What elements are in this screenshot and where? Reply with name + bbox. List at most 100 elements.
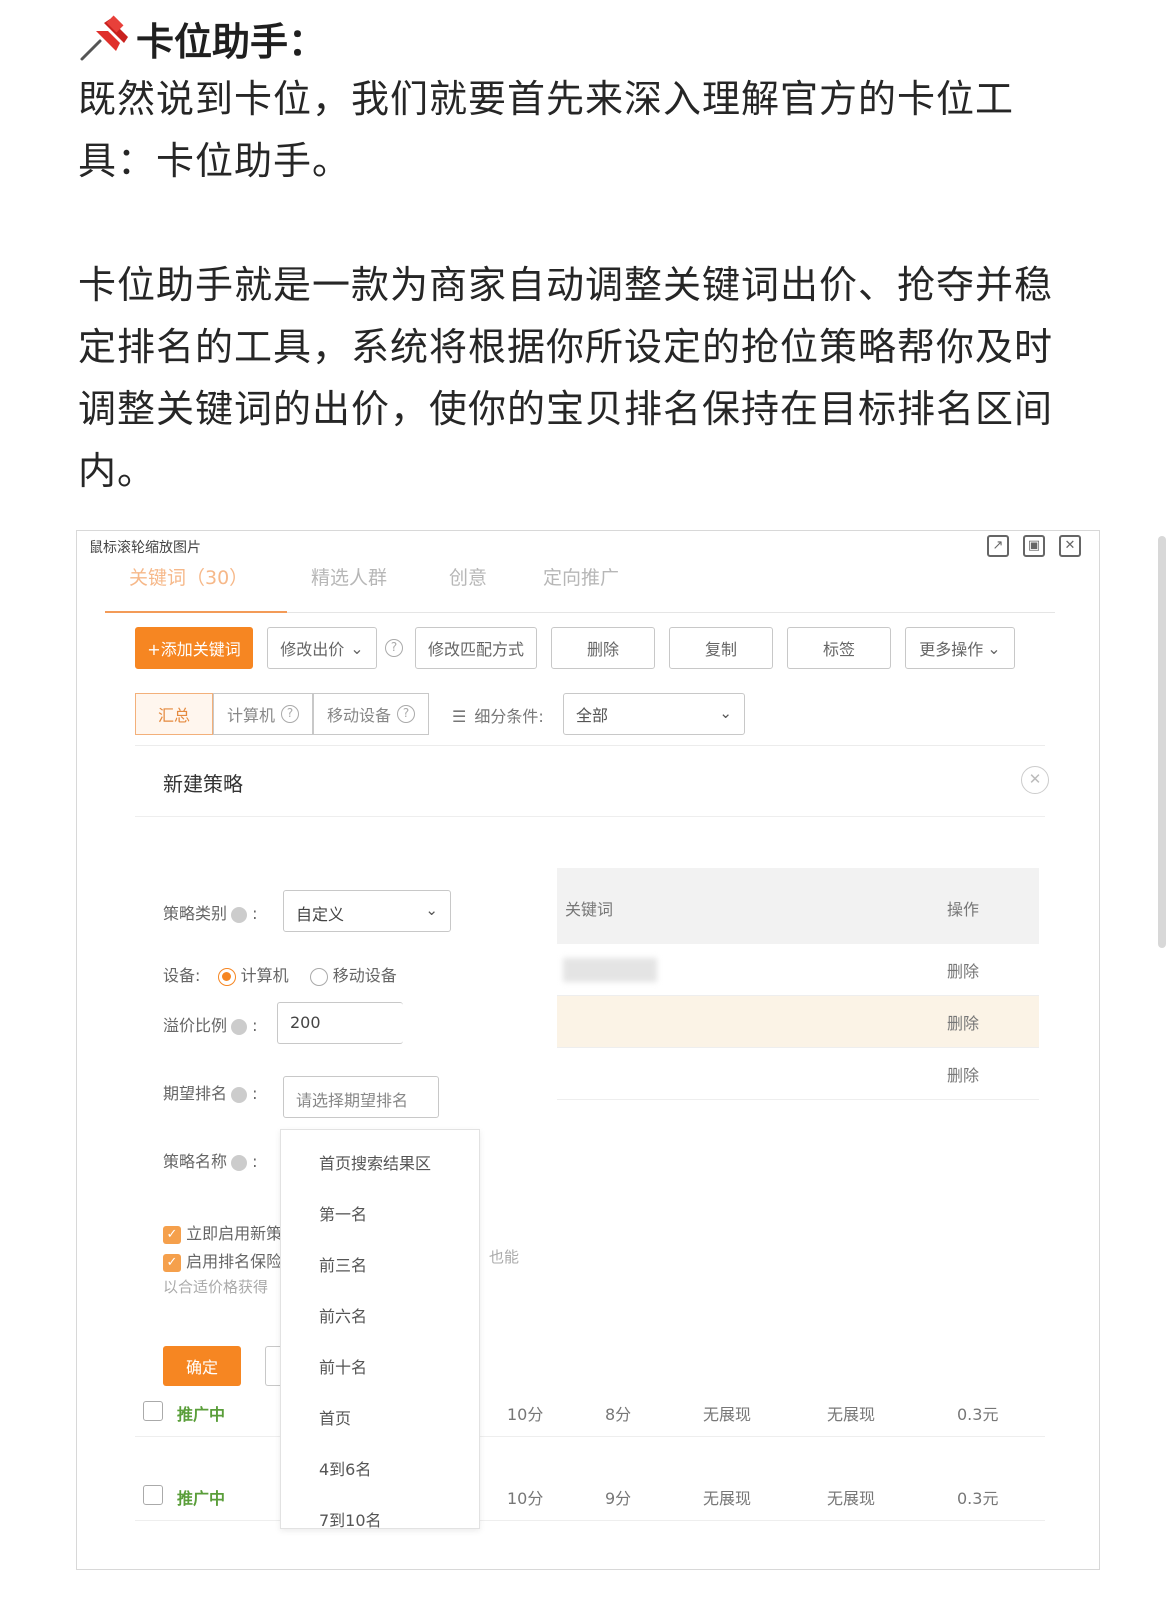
confirm-button[interactable]: 确定 <box>163 1346 241 1386</box>
device-segments: 汇总 计算机 ? 移动设备 ? <box>135 693 429 735</box>
radio-mobile[interactable] <box>309 967 328 986</box>
more-actions-label: 更多操作 <box>919 640 984 659</box>
chevron-down-icon: ⌄ <box>425 901 438 919</box>
protect-note-tail: 也能 <box>489 1248 520 1266</box>
cell: 无展现 <box>703 1489 752 1508</box>
strategy-name-label-text: 策略名称 <box>163 1152 228 1171</box>
delete-link[interactable]: 删除 <box>947 958 979 982</box>
filter-value: 全部 <box>576 706 609 725</box>
radio-computer-label: 计算机 <box>240 966 289 985</box>
cell: 10分 <box>507 1489 544 1508</box>
enable-now-option[interactable]: ✓ 立即启用新策 <box>163 1220 282 1244</box>
tag-button[interactable]: 标签 <box>787 627 891 669</box>
table-row: 删除 <box>557 1048 1039 1100</box>
strategy-type-select[interactable]: 自定义 ⌄ <box>283 890 451 932</box>
premium-input[interactable]: 200 <box>277 1002 403 1044</box>
chevron-down-icon: ⌄ <box>987 638 1001 658</box>
new-strategy-dialog: 新建策略 ✕ 策略类别 : 自定义 ⌄ 设备: 计算机 移动设备 溢价比例 : … <box>135 745 1049 1395</box>
close-icon[interactable]: ✕ <box>1059 535 1081 557</box>
description-paragraph: 卡位助手就是一款为商家自动调整关键词出价、抢夺并稳定排名的工具，系统将根据你所设… <box>78 263 1054 493</box>
heading-text: 卡位助手： <box>136 19 327 64</box>
row-checkbox[interactable] <box>143 1485 163 1505</box>
expected-rank-label: 期望排名 : <box>163 1084 258 1103</box>
delete-link[interactable]: 删除 <box>947 1062 979 1086</box>
device-label-text: 设备: <box>163 966 201 985</box>
strategy-type-label: 策略类别 : <box>163 904 258 923</box>
checkbox-enable-now[interactable]: ✓ <box>163 1225 181 1244</box>
dropdown-option[interactable]: 首页 <box>319 1405 351 1429</box>
tab-keywords[interactable]: 关键词（30） <box>129 563 248 590</box>
help-icon <box>231 1018 248 1035</box>
filter-select[interactable]: 全部 ⌄ <box>563 693 745 735</box>
chevron-down-icon: ⌄ <box>350 638 364 658</box>
table-row: 删除 <box>557 944 1039 996</box>
modify-match-button[interactable]: 修改匹配方式 <box>415 627 537 669</box>
segment-mobile-label: 移动设备 <box>326 706 391 725</box>
dropdown-option[interactable]: 7到10名 <box>319 1507 382 1531</box>
help-icon: ? <box>281 705 299 723</box>
table-row: 推广中 10分 9分 无展现 无展现 0.3元 <box>135 1471 1045 1521</box>
intro-paragraph: 既然说到卡位，我们就要首先来深入理解官方的卡位工具：卡位助手。 <box>78 77 1015 183</box>
dropdown-option[interactable]: 前三名 <box>319 1252 367 1276</box>
page-scrollbar[interactable] <box>1158 536 1166 948</box>
help-icon: ? <box>397 705 415 723</box>
help-icon <box>231 1154 248 1171</box>
dialog-title: 新建策略 <box>163 772 243 796</box>
action-column-header: 操作 <box>947 900 980 919</box>
cell: 无展现 <box>827 1489 876 1508</box>
radio-computer[interactable] <box>217 967 236 986</box>
dropdown-option[interactable]: 首页搜索结果区 <box>319 1150 431 1174</box>
device-label: 设备: 计算机 移动设备 <box>163 962 397 986</box>
dropdown-option[interactable]: 前六名 <box>319 1303 367 1327</box>
tab-targeting[interactable]: 定向推广 <box>543 563 619 590</box>
dropdown-option[interactable]: 前十名 <box>319 1354 367 1378</box>
table-row: 删除 <box>557 996 1039 1048</box>
premium-label: 溢价比例 : <box>163 1016 258 1035</box>
segment-mobile[interactable]: 移动设备 ? <box>313 693 429 735</box>
tab-audience[interactable]: 精选人群 <box>311 563 387 590</box>
modify-bid-button[interactable]: 修改出价 ⌄ <box>267 627 377 669</box>
tab-creative[interactable]: 创意 <box>449 563 487 590</box>
enable-protect-option[interactable]: ✓ 启用排名保险 <box>163 1248 282 1272</box>
dropdown-option[interactable]: 第一名 <box>319 1201 367 1225</box>
active-tab-underline <box>105 611 287 613</box>
close-icon[interactable]: ✕ <box>1021 766 1049 794</box>
add-keyword-button[interactable]: +添加关键词 <box>135 627 253 669</box>
help-icon <box>231 1086 248 1103</box>
chevron-down-icon: ⌄ <box>719 704 732 722</box>
cell: 无展现 <box>703 1405 752 1424</box>
cell: 9分 <box>605 1489 632 1508</box>
status-badge: 推广中 <box>177 1405 226 1424</box>
more-actions-button[interactable]: 更多操作 ⌄ <box>905 627 1015 669</box>
enable-protect-label: 启用排名保险 <box>186 1252 283 1271</box>
segment-computer-label: 计算机 <box>226 706 275 725</box>
segment-summary[interactable]: 汇总 <box>135 693 213 735</box>
help-icon[interactable]: ? <box>385 639 403 657</box>
copy-button[interactable]: 复制 <box>669 627 773 669</box>
article: 卡位助手： 既然说到卡位，我们就要首先来深入理解官方的卡位工具：卡位助手。 卡位… <box>78 8 1078 502</box>
row-checkbox[interactable] <box>143 1401 163 1421</box>
enable-now-label: 立即启用新策 <box>186 1224 283 1243</box>
embedded-screenshot: 鼠标滚轮缩放图片 ↗ ▣ ✕ 关键词（30） 精选人群 创意 定向推广 +添加关… <box>76 530 1100 1570</box>
segment-computer[interactable]: 计算机 ? <box>213 693 313 735</box>
table-row: 推广中 10分 8分 无展现 无展现 0.3元 <box>135 1387 1045 1437</box>
table-header: 关键词 操作 <box>557 868 1039 944</box>
expected-rank-dropdown: 首页搜索结果区 第一名 前三名 前六名 前十名 首页 4到6名 7到10名 <box>280 1129 480 1531</box>
tab-bar: 关键词（30） 精选人群 创意 定向推广 <box>105 551 1055 613</box>
radio-mobile-label: 移动设备 <box>332 966 397 985</box>
checkbox-enable-protect[interactable]: ✓ <box>163 1253 181 1272</box>
expected-rank-label-text: 期望排名 <box>163 1084 228 1103</box>
premium-label-text: 溢价比例 <box>163 1016 228 1035</box>
strategy-type-label-text: 策略类别 <box>163 904 228 923</box>
modify-bid-label: 修改出价 <box>280 640 345 659</box>
list-icon: ☰ <box>452 707 467 726</box>
strategy-type-value: 自定义 <box>296 905 345 924</box>
delete-link[interactable]: 删除 <box>947 1010 979 1034</box>
keyword-table: 关键词 操作 删除 删除 删除 <box>557 868 1039 1308</box>
divider <box>135 816 1045 817</box>
help-icon <box>231 906 248 923</box>
filter-label: ☰ 细分条件: <box>452 703 544 727</box>
delete-button[interactable]: 删除 <box>551 627 655 669</box>
dropdown-option[interactable]: 4到6名 <box>319 1456 371 1480</box>
expected-rank-select[interactable]: 请选择期望排名 <box>283 1076 439 1118</box>
